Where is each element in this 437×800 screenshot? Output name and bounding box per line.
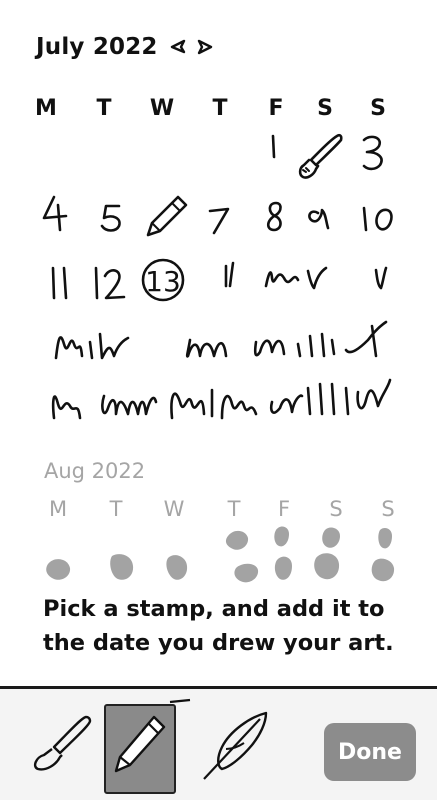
- today-circled-day[interactable]: 13: [141, 258, 185, 302]
- next-month-arrow-icon[interactable]: [194, 37, 214, 57]
- instruction-line-2: the date you drew your art.: [43, 630, 394, 656]
- weekday-label: T: [212, 96, 228, 121]
- handwritten-day-1[interactable]: [271, 134, 276, 159]
- today-day-number: 13: [145, 265, 181, 298]
- weekday-label: T: [96, 96, 112, 121]
- weekday-label: F: [268, 96, 284, 121]
- handwritten-day-17[interactable]: [374, 266, 388, 290]
- quill-icon[interactable]: [196, 709, 272, 783]
- instruction-line-1: Pick a stamp, and add it to: [43, 596, 385, 622]
- weekday-label: S: [370, 96, 386, 121]
- handwritten-day-4[interactable]: [42, 195, 68, 232]
- weekday-label: T: [109, 497, 123, 521]
- weekday-label: S: [317, 96, 333, 121]
- handwritten-day-8[interactable]: [266, 201, 282, 232]
- handwritten-week-4[interactable]: [54, 320, 388, 360]
- handwritten-day-7[interactable]: [208, 207, 230, 235]
- weekday-label: S: [329, 497, 343, 521]
- handwritten-day-12[interactable]: [94, 266, 126, 300]
- previous-month-arrow-icon[interactable]: [168, 37, 188, 57]
- pen-tool-mark: [169, 698, 191, 704]
- stamp-toolbar: Done: [0, 689, 437, 800]
- handwritten-week-5[interactable]: [51, 378, 392, 420]
- instruction-text: Pick a stamp, and add it to the date you…: [43, 592, 423, 660]
- weekday-label: T: [227, 497, 241, 521]
- brush-stamp-icon: [298, 133, 343, 179]
- handwritten-day-14[interactable]: [224, 261, 235, 288]
- handwritten-day-15-16[interactable]: [264, 266, 328, 290]
- weekday-label: M: [48, 497, 68, 521]
- weekday-label: S: [381, 497, 395, 521]
- pen-icon[interactable]: [108, 711, 170, 781]
- month-title: July 2022: [36, 34, 158, 60]
- aug-stamp-blobs: [46, 526, 395, 583]
- handwritten-day-10[interactable]: [362, 206, 393, 232]
- handwritten-day-3[interactable]: [362, 135, 383, 171]
- next-month-title: Aug 2022: [44, 459, 146, 483]
- weekday-label: M: [35, 96, 57, 121]
- month-header: July 2022: [36, 34, 214, 60]
- pen-stamp-icon: [146, 195, 188, 237]
- brush-icon[interactable]: [26, 711, 96, 775]
- weekday-label: W: [163, 497, 185, 521]
- handwritten-day-9[interactable]: [308, 208, 330, 230]
- weekday-label: W: [149, 96, 175, 121]
- handwritten-day-5[interactable]: [100, 204, 121, 232]
- done-button[interactable]: Done: [324, 723, 416, 781]
- weekday-label: F: [277, 497, 291, 521]
- handwritten-day-11[interactable]: [51, 266, 68, 300]
